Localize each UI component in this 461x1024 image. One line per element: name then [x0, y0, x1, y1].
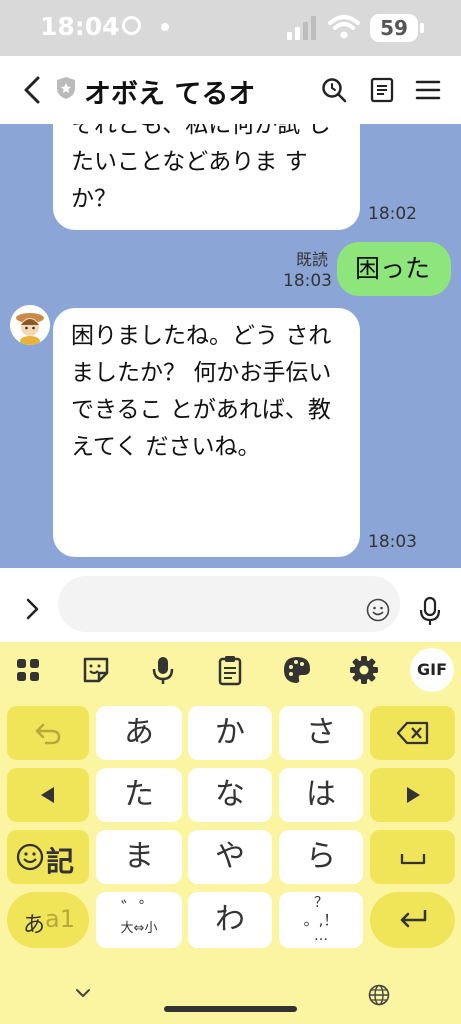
user-message-bubble[interactable]: 困った: [337, 242, 451, 296]
microphone-icon[interactable]: [418, 596, 442, 626]
message-input[interactable]: [76, 590, 356, 611]
punct-bottom-label: …: [314, 928, 328, 944]
chat-area[interactable]: それとも、私に何か試 したいことなどありま すか？ 18:02 既読 18:03…: [0, 124, 461, 568]
bot-message-bubble[interactable]: それとも、私に何か試 したいことなどありま すか？: [53, 124, 360, 230]
message-line: それとも、私に何か試: [71, 124, 301, 138]
key-wa[interactable]: わ: [188, 892, 272, 948]
key-ma[interactable]: ま: [96, 830, 182, 884]
cursor-right-key[interactable]: [370, 768, 455, 822]
key-a[interactable]: あ: [96, 706, 182, 760]
at-sign-icon: [122, 16, 141, 35]
dakuten-key[interactable]: ゛゜ 大⇔小: [96, 892, 182, 948]
undo-key[interactable]: [7, 706, 89, 760]
message-line: ださいね。: [145, 434, 261, 460]
message-field[interactable]: [58, 576, 400, 632]
cellular-signal-icon: [287, 16, 319, 40]
expand-chevron-icon[interactable]: [24, 598, 40, 620]
bot-avatar[interactable]: [10, 305, 50, 345]
key-ra[interactable]: ら: [279, 830, 363, 884]
backspace-icon: [396, 721, 428, 745]
return-arrow-icon: [400, 910, 426, 928]
smiley-icon: [16, 843, 44, 871]
backspace-key[interactable]: [370, 706, 455, 760]
globe-icon[interactable]: [368, 984, 390, 1006]
apps-grid-icon[interactable]: [12, 654, 44, 686]
status-time: 18:04: [40, 12, 120, 41]
message-time: 18:02: [368, 204, 417, 224]
emoji-icon[interactable]: [366, 598, 390, 622]
key-na[interactable]: な: [188, 768, 272, 822]
punctuation-key[interactable]: ？ 。,！ …: [279, 892, 363, 948]
message-input-bar: [0, 568, 461, 642]
notes-icon[interactable]: [368, 76, 396, 104]
key-ta[interactable]: た: [96, 768, 182, 822]
key-ha[interactable]: は: [279, 768, 363, 822]
key-ka[interactable]: か: [188, 706, 272, 760]
cursor-left-key[interactable]: [7, 768, 89, 822]
emoji-symbol-key[interactable]: 記: [7, 830, 89, 884]
chat-title: オボえ てるオ: [84, 79, 256, 110]
punct-mid-label: 。,！: [303, 911, 339, 929]
punct-top-label: ？: [314, 895, 328, 911]
menu-icon[interactable]: [414, 76, 442, 104]
back-chevron-icon[interactable]: [18, 74, 48, 106]
space-key[interactable]: [370, 830, 455, 884]
key-sa[interactable]: さ: [279, 706, 363, 760]
wifi-icon: [328, 15, 360, 39]
undo-arrow-icon: [35, 723, 61, 745]
search-icon[interactable]: [320, 76, 348, 104]
status-bar: 18:04 59: [0, 0, 461, 56]
message-time: 18:03: [368, 532, 417, 552]
gif-button[interactable]: GIF: [410, 648, 454, 692]
right-triangle-icon: [406, 787, 420, 803]
message-line: 困った: [355, 254, 431, 283]
battery-indicator: 59: [370, 14, 418, 42]
clipboard-icon[interactable]: [214, 654, 246, 686]
input-mode-key[interactable]: あ a1: [7, 892, 89, 948]
shield-icon: [57, 77, 75, 99]
read-receipt: 既読: [296, 250, 329, 269]
voice-input-icon[interactable]: [147, 654, 179, 686]
message-time: 18:03: [283, 271, 332, 291]
mode-label-alpha: a1: [45, 905, 75, 933]
dismiss-keyboard-icon[interactable]: [74, 986, 92, 1000]
dakuten-label: ゛゜: [121, 899, 157, 920]
notification-dot-icon: [161, 23, 169, 31]
space-icon: [400, 854, 425, 865]
keyboard-toolbar: [0, 642, 461, 698]
chat-header: オボえ てるオ: [0, 56, 461, 124]
message-line: 困りましたね。どう: [71, 323, 278, 349]
theme-palette-icon[interactable]: [281, 654, 313, 686]
battery-tip: [420, 23, 424, 33]
avatar-image: [10, 305, 50, 345]
sticker-icon[interactable]: [80, 654, 112, 686]
mode-label-kana: あ: [23, 913, 46, 938]
key-ya[interactable]: や: [188, 830, 272, 884]
left-triangle-icon: [41, 787, 54, 803]
home-indicator[interactable]: [164, 1006, 297, 1012]
kigou-label: 記: [46, 845, 75, 878]
bot-message-bubble[interactable]: 困りましたね。どう されましたか？ 何かお手伝いできるこ とがあれば、教えてく …: [53, 308, 360, 557]
size-toggle-label: 大⇔小: [120, 921, 158, 936]
settings-gear-icon[interactable]: [348, 654, 380, 686]
enter-key[interactable]: [370, 892, 455, 948]
